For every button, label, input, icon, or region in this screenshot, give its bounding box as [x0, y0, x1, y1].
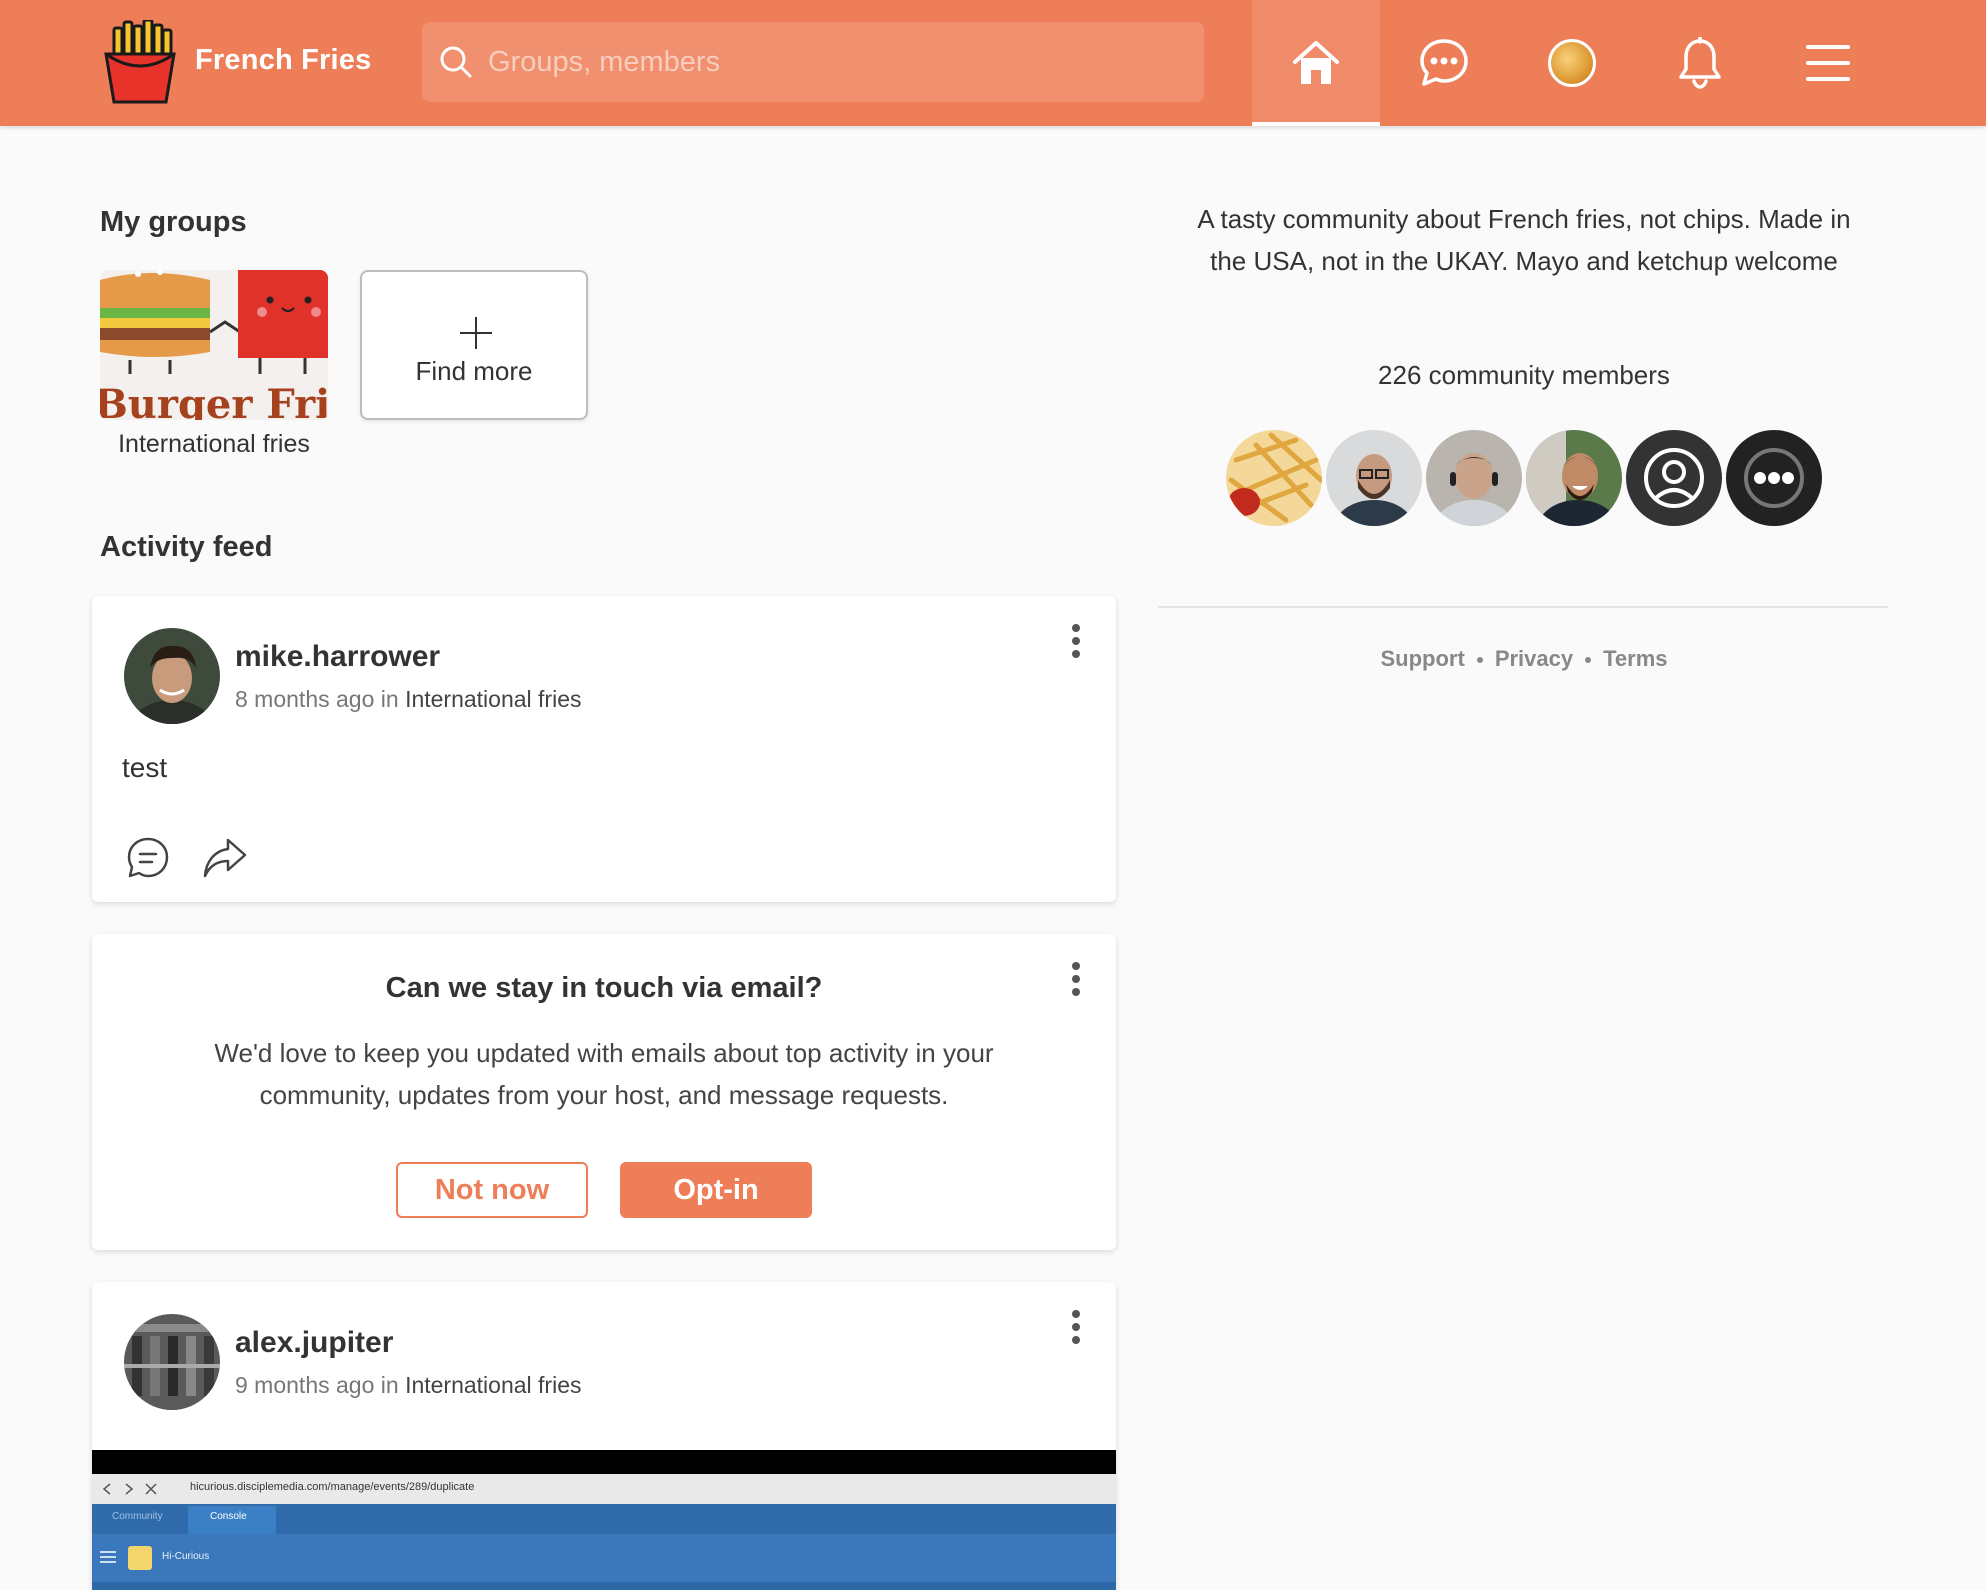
find-more-groups-button[interactable]: Find more	[360, 270, 588, 420]
member-avatar[interactable]	[1326, 430, 1422, 526]
profile-avatar	[1548, 39, 1596, 87]
terms-link[interactable]: Terms	[1603, 646, 1667, 671]
group-tile-international-fries[interactable]: Burger Fries	[100, 270, 328, 420]
activity-feed-heading: Activity feed	[100, 531, 273, 563]
chat-icon	[1420, 39, 1468, 86]
post-meta: 8 months ago in International fries	[235, 686, 582, 713]
search-input[interactable]	[488, 40, 1188, 84]
post-author-name[interactable]: mike.harrower	[235, 640, 440, 674]
separator-dot	[1585, 657, 1592, 664]
group-banner-image: Burger Fries	[100, 270, 328, 420]
nav-profile-button[interactable]	[1508, 0, 1636, 126]
post-in-label: in	[380, 686, 399, 712]
footer-links: Support Privacy Terms	[1180, 646, 1868, 672]
post-group-link[interactable]: International fries	[405, 1372, 581, 1398]
member-avatar[interactable]	[1426, 430, 1522, 526]
comment-icon[interactable]	[126, 836, 170, 880]
post-time: 9 months ago	[235, 1372, 375, 1398]
screenshot-content-area	[92, 1582, 1116, 1590]
screenshot-app-name: Hi-Curious	[162, 1551, 210, 1562]
nav-messages-button[interactable]	[1380, 0, 1508, 126]
search-bar[interactable]	[422, 22, 1204, 102]
screenshot-tab-community: Community	[112, 1511, 163, 1522]
post-card: alex.jupiter 9 months ago in Internation…	[92, 1282, 1116, 1590]
group-label[interactable]: International fries	[78, 430, 350, 459]
member-avatar-more[interactable]	[1726, 430, 1822, 526]
email-card-options-icon[interactable]	[1068, 962, 1084, 1002]
member-avatar[interactable]	[1526, 430, 1622, 526]
search-icon	[440, 46, 472, 78]
nav-menu-button[interactable]	[1764, 0, 1892, 126]
screenshot-tab-console: Console	[210, 1511, 247, 1522]
screenshot-app-logo	[128, 1546, 152, 1570]
sidebar-divider	[1158, 606, 1888, 608]
share-icon[interactable]	[202, 836, 248, 880]
support-link[interactable]: Support	[1380, 646, 1464, 671]
french-fries-logo-icon[interactable]	[100, 18, 180, 104]
screenshot-app-bar	[92, 1534, 1116, 1582]
home-icon	[1293, 41, 1339, 84]
email-optin-text: We'd love to keep you updated with email…	[214, 1038, 994, 1110]
bell-icon	[1679, 37, 1721, 89]
member-avatar-default[interactable]	[1626, 430, 1722, 526]
not-now-button[interactable]: Not now	[396, 1162, 588, 1218]
nav-home-button[interactable]	[1252, 0, 1380, 126]
plus-icon	[460, 317, 492, 349]
post-author-name[interactable]: alex.jupiter	[235, 1326, 393, 1360]
email-optin-title: Can we stay in touch via email?	[385, 972, 823, 1004]
email-optin-card: Can we stay in touch via email? We'd lov…	[92, 934, 1116, 1250]
post-body-text: test	[122, 752, 168, 783]
group-banner-text: Burger Fries	[100, 381, 328, 420]
member-count[interactable]: 226 community members	[1180, 360, 1868, 391]
menu-icon	[1806, 45, 1850, 81]
find-more-label: Find more	[415, 356, 533, 386]
member-avatar[interactable]	[1226, 430, 1322, 526]
my-groups-heading: My groups	[100, 206, 247, 238]
author-avatar[interactable]	[124, 1314, 220, 1410]
post-in-label: in	[380, 1372, 399, 1398]
separator-dot	[1476, 657, 1483, 664]
community-description: A tasty community about French fries, no…	[1197, 204, 1851, 276]
browser-url: hicurious.disciplemedia.com/manage/event…	[190, 1481, 475, 1493]
author-avatar[interactable]	[124, 628, 220, 724]
screenshot-menu-icon	[100, 1551, 116, 1563]
browser-nav-icon	[102, 1483, 157, 1495]
privacy-link[interactable]: Privacy	[1495, 646, 1573, 671]
opt-in-button[interactable]: Opt-in	[620, 1162, 812, 1218]
post-time: 8 months ago	[235, 686, 375, 712]
community-name[interactable]: French Fries	[195, 44, 371, 77]
post-meta: 9 months ago in International fries	[235, 1372, 582, 1399]
post-options-icon[interactable]	[1068, 624, 1084, 664]
top-navigation-bar: French Fries	[0, 0, 1986, 126]
post-options-icon[interactable]	[1068, 1310, 1084, 1350]
post-attached-screenshot[interactable]: hicurious.disciplemedia.com/manage/event…	[92, 1450, 1116, 1590]
post-card: mike.harrower 8 months ago in Internatio…	[92, 596, 1116, 902]
nav-notifications-button[interactable]	[1636, 0, 1764, 126]
post-group-link[interactable]: International fries	[405, 686, 581, 712]
